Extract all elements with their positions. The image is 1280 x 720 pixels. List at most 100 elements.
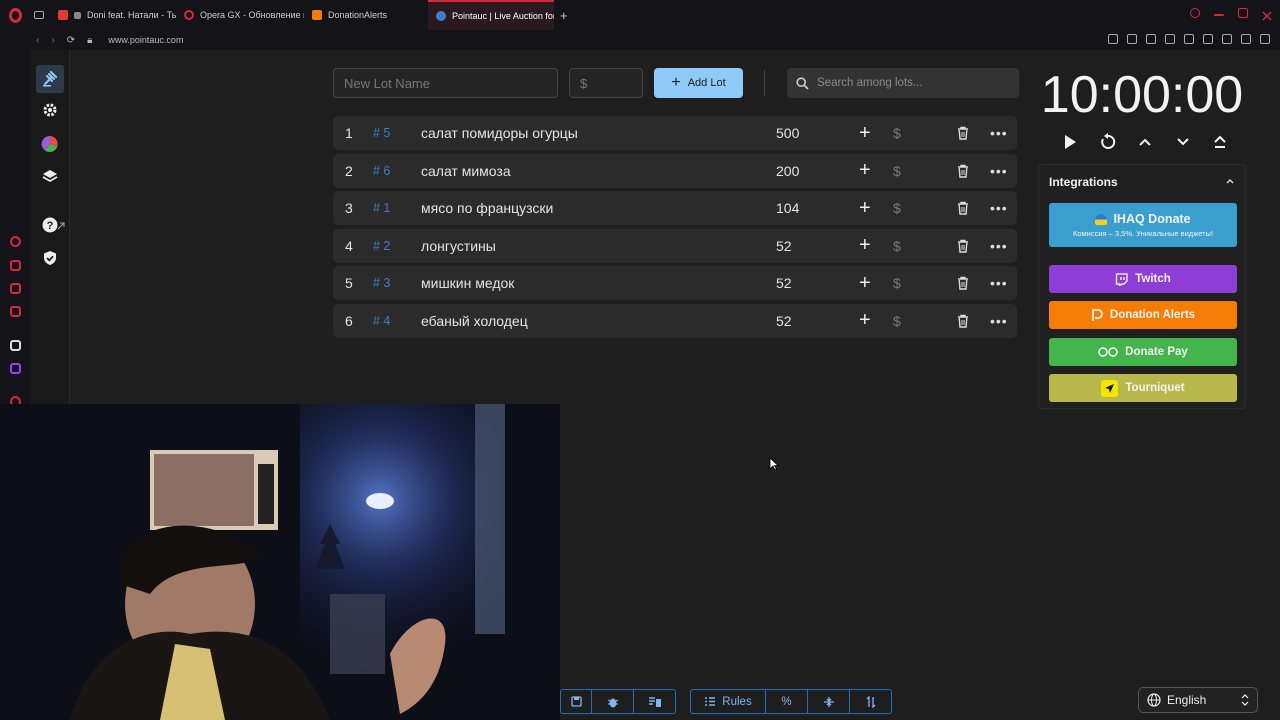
tab-pointauc[interactable]: Pointauc | Live Auction for bbox=[428, 0, 554, 30]
shield-check-icon[interactable] bbox=[40, 248, 60, 268]
lot-amount[interactable]: 500 bbox=[776, 116, 799, 150]
auction-gavel-icon[interactable] bbox=[36, 65, 64, 93]
dollar-icon[interactable]: $ bbox=[893, 116, 901, 150]
clear-lots-icon[interactable] bbox=[634, 689, 676, 714]
extensions-icon[interactable] bbox=[1146, 34, 1156, 44]
lot-row[interactable]: 3 # 1 мясо по французски 104 + $ ••• bbox=[333, 191, 1017, 226]
maximize-icon[interactable] bbox=[1238, 8, 1248, 18]
dollar-icon[interactable]: $ bbox=[893, 229, 901, 263]
add-amount-icon[interactable]: + bbox=[859, 266, 871, 300]
new-lot-name-input[interactable]: New Lot Name bbox=[333, 68, 558, 98]
tab-overview-icon[interactable] bbox=[30, 0, 50, 30]
more-options-icon[interactable]: ••• bbox=[990, 116, 1008, 150]
trash-icon[interactable] bbox=[957, 191, 969, 225]
minimize-icon[interactable] bbox=[1214, 14, 1224, 16]
trash-icon[interactable] bbox=[957, 304, 969, 338]
percent-button[interactable]: % bbox=[766, 689, 808, 714]
lot-row[interactable]: 6 # 4 ебаный холодец 52 + $ ••• bbox=[333, 303, 1017, 338]
search-icon[interactable] bbox=[1190, 8, 1200, 18]
profile-icon[interactable] bbox=[1241, 34, 1251, 44]
pin-icon[interactable] bbox=[1108, 34, 1118, 44]
lot-name[interactable]: мишкин медок bbox=[421, 266, 514, 300]
trash-icon[interactable] bbox=[957, 229, 969, 263]
donation-alerts-button[interactable]: Donation Alerts bbox=[1049, 301, 1237, 329]
more-icon[interactable] bbox=[1260, 34, 1270, 44]
more-options-icon[interactable]: ••• bbox=[990, 191, 1008, 225]
save-icon[interactable] bbox=[560, 689, 592, 714]
lot-name[interactable]: лонгустины bbox=[421, 229, 496, 263]
compress-icon[interactable] bbox=[808, 689, 850, 714]
trash-icon[interactable] bbox=[957, 154, 969, 188]
lot-name[interactable]: мясо по французски bbox=[421, 191, 553, 225]
layers-icon[interactable] bbox=[40, 166, 60, 186]
settings-gear-icon[interactable] bbox=[40, 100, 60, 120]
wheel-pie-icon[interactable] bbox=[40, 134, 60, 154]
lot-name[interactable]: салат помидоры огурцы bbox=[421, 116, 578, 150]
ihaq-donate-button[interactable]: IHAQ Donate Комиссия – 3,5%. Уникальные … bbox=[1049, 203, 1237, 247]
integrations-header[interactable]: Integrations bbox=[1039, 165, 1245, 198]
tab-opera-gx[interactable]: Opera GX - Обновление и bbox=[176, 0, 304, 30]
reload-icon[interactable]: ⟳ bbox=[67, 35, 75, 46]
trash-icon[interactable] bbox=[957, 266, 969, 300]
lot-amount[interactable]: 52 bbox=[776, 229, 792, 263]
lot-row[interactable]: 5 # 3 мишкин медок 52 + $ ••• bbox=[333, 266, 1017, 301]
lot-amount[interactable]: 52 bbox=[776, 266, 792, 300]
snapshot-icon[interactable] bbox=[1127, 34, 1137, 44]
search-input[interactable]: Search among lots... bbox=[787, 68, 1019, 98]
gx-corner-icon[interactable] bbox=[10, 260, 21, 271]
lot-row[interactable]: 1 # 5 салат помидоры огурцы 500 + $ ••• bbox=[333, 116, 1017, 150]
double-chevron-up-icon[interactable] bbox=[1210, 132, 1230, 152]
instagram-icon[interactable] bbox=[10, 306, 21, 317]
tab-donationalerts[interactable]: DonationAlerts bbox=[304, 0, 428, 30]
heart-icon[interactable] bbox=[1203, 34, 1213, 44]
trash-icon[interactable] bbox=[957, 116, 969, 150]
arc-icon[interactable] bbox=[10, 340, 21, 351]
url-field[interactable]: www.pointauc.com bbox=[108, 35, 183, 45]
lot-amount[interactable]: 104 bbox=[776, 191, 799, 225]
forward-icon[interactable]: › bbox=[51, 35, 54, 46]
gx-control-icon[interactable] bbox=[10, 236, 21, 247]
dollar-icon[interactable]: $ bbox=[893, 191, 901, 225]
sort-icon[interactable] bbox=[850, 689, 892, 714]
dollar-icon[interactable]: $ bbox=[893, 304, 901, 338]
back-icon[interactable]: ‹ bbox=[36, 35, 39, 46]
add-amount-icon[interactable]: + bbox=[859, 116, 871, 150]
twitch-icon[interactable] bbox=[10, 363, 21, 374]
twitch-button[interactable]: Twitch bbox=[1049, 265, 1237, 293]
chevron-up-icon[interactable] bbox=[1135, 132, 1155, 152]
add-amount-icon[interactable]: + bbox=[859, 154, 871, 188]
restart-icon[interactable] bbox=[1098, 132, 1118, 152]
dollar-icon[interactable]: $ bbox=[893, 154, 901, 188]
download-icon[interactable] bbox=[1184, 34, 1194, 44]
add-amount-icon[interactable]: + bbox=[859, 229, 871, 263]
more-options-icon[interactable]: ••• bbox=[990, 154, 1008, 188]
twitch-sidebar-icon[interactable] bbox=[10, 283, 21, 294]
vpn-icon[interactable] bbox=[1165, 34, 1175, 44]
play-icon[interactable] bbox=[1060, 132, 1080, 152]
more-options-icon[interactable]: ••• bbox=[990, 229, 1008, 263]
add-amount-icon[interactable]: + bbox=[859, 304, 871, 338]
lot-amount[interactable]: 52 bbox=[776, 304, 792, 338]
lot-row[interactable]: 2 # 6 салат мимоза 200 + $ ••• bbox=[333, 153, 1017, 188]
close-icon[interactable] bbox=[1262, 8, 1272, 21]
chevron-down-icon[interactable] bbox=[1173, 132, 1193, 152]
bug-icon[interactable] bbox=[592, 689, 634, 714]
lot-row[interactable]: 4 # 2 лонгустины 52 + $ ••• bbox=[333, 228, 1017, 263]
more-options-icon[interactable]: ••• bbox=[990, 304, 1008, 338]
more-options-icon[interactable]: ••• bbox=[990, 266, 1008, 300]
add-amount-icon[interactable]: + bbox=[859, 191, 871, 225]
rules-button[interactable]: Rules bbox=[690, 689, 766, 714]
lot-name[interactable]: салат мимоза bbox=[421, 154, 511, 188]
tab-music[interactable]: Doni feat. Натали - Ты bbox=[50, 0, 176, 30]
tourniquet-button[interactable]: Tourniquet bbox=[1049, 374, 1237, 402]
dollar-icon[interactable]: $ bbox=[893, 266, 901, 300]
donate-pay-button[interactable]: Donate Pay bbox=[1049, 338, 1237, 366]
lot-amount-input[interactable]: $ bbox=[569, 68, 643, 98]
lot-name[interactable]: ебаный холодец bbox=[421, 304, 528, 338]
lot-amount[interactable]: 200 bbox=[776, 154, 799, 188]
language-select[interactable]: English bbox=[1138, 687, 1258, 713]
new-tab-button[interactable]: + bbox=[554, 8, 574, 23]
menu-icon[interactable] bbox=[1222, 34, 1232, 44]
add-lot-button[interactable]: + Add Lot bbox=[654, 68, 743, 98]
opera-logo-icon[interactable] bbox=[0, 0, 30, 30]
